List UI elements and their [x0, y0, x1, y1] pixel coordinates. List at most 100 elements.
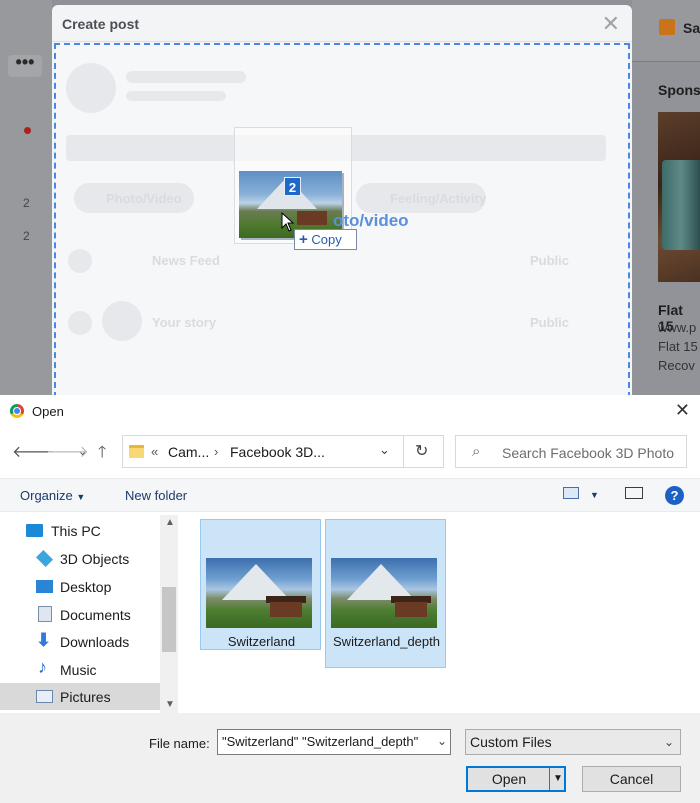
file-name-input[interactable]: "Switzerland" "Switzerland_depth"	[217, 729, 451, 755]
documents-icon	[38, 606, 52, 622]
split-divider	[549, 768, 550, 790]
help-button[interactable]: ?	[665, 486, 684, 505]
nav-item-label: 3D Objects	[60, 551, 130, 567]
download-icon: ⬇	[36, 630, 52, 650]
ad-url[interactable]: www.p	[658, 320, 696, 335]
scrollbar-thumb[interactable]	[162, 587, 176, 652]
caret-down-icon: ▼	[76, 492, 86, 502]
nav-item-downloads[interactable]: ⬇ Downloads	[0, 628, 160, 655]
image-thumbnail	[206, 558, 312, 628]
caret-down-icon[interactable]: ▼	[553, 773, 563, 784]
ghost-radio	[68, 311, 92, 335]
ghost-label: Feeling/Activity	[390, 191, 487, 206]
chevron-down-icon[interactable]: ⌄	[437, 734, 447, 748]
view-caret-icon[interactable]: ▼	[590, 490, 599, 500]
drag-count-badge: 2	[284, 177, 301, 196]
facebook-left-column: ••• 2 2	[0, 0, 52, 395]
search-icon: ⌕	[472, 443, 481, 460]
new-folder-button[interactable]: New folder	[125, 488, 187, 503]
drop-label: oto/video	[333, 211, 409, 230]
music-icon: ♪	[38, 657, 47, 677]
nav-item-music[interactable]: ♪ Music	[0, 656, 160, 683]
mountain-shape	[347, 564, 415, 600]
view-options-icon[interactable]	[563, 487, 579, 499]
up-arrow-icon[interactable]: 🡑	[98, 441, 106, 468]
dialog-footer: File name: "Switzerland" "Switzerland_de…	[0, 713, 700, 803]
plus-icon: +	[299, 231, 308, 248]
open-button[interactable]: Open ▼	[466, 766, 566, 792]
mountain-shape	[222, 564, 290, 600]
gift-icon	[659, 19, 675, 35]
preview-pane-icon[interactable]	[625, 487, 643, 499]
nav-item-label: Documents	[60, 607, 131, 623]
organize-button[interactable]: Organize ▼	[20, 488, 85, 503]
ghost-label: Public	[530, 315, 570, 330]
close-icon[interactable]: ✕	[675, 400, 690, 421]
ghost-line	[126, 91, 226, 101]
nav-item-3d-objects[interactable]: 3D Objects	[0, 545, 160, 572]
file-item[interactable]: Switzerland_depth	[325, 519, 446, 668]
file-name: Switzerland	[227, 634, 296, 649]
ghost-line	[126, 71, 246, 83]
left-count-1: 2	[23, 196, 30, 210]
navigation-bar: 🡐 🡒 ⌄ 🡑 « Cam... › Facebook 3D... ⌄ ↻ ⌕ …	[0, 433, 700, 469]
nav-item-label: Desktop	[60, 579, 112, 595]
cancel-button[interactable]: Cancel	[582, 766, 681, 792]
dialog-title: Open	[32, 404, 64, 419]
modal-title: Create post	[62, 16, 140, 32]
nav-item-label: Music	[60, 662, 97, 678]
navigation-pane: This PC 3D Objects Desktop Documents ⬇ D…	[0, 515, 178, 713]
computer-icon	[26, 524, 43, 537]
copy-label: Copy	[311, 232, 342, 247]
breadcrumb-item[interactable]: Facebook 3D...	[230, 444, 325, 460]
dialog-titlebar: Open ✕	[0, 395, 700, 427]
notification-dot	[24, 127, 31, 134]
open-file-dialog: Open ✕ 🡐 🡒 ⌄ 🡑 « Cam... › Facebook 3D...…	[0, 395, 700, 803]
chevron-down-icon[interactable]: ⌄	[379, 442, 390, 458]
breadcrumb-overflow[interactable]: «	[151, 444, 158, 459]
more-options-button[interactable]: •••	[8, 53, 42, 77]
file-item[interactable]: Switzerland	[200, 519, 321, 650]
address-bar[interactable]: « Cam... › Facebook 3D... ⌄ ↻	[122, 435, 444, 468]
command-bar: Organize ▼ New folder ▼ ?	[0, 478, 700, 512]
gift-label[interactable]: Sa	[683, 20, 700, 36]
nav-scrollbar[interactable]: ▲ ▼	[160, 515, 178, 713]
cube-icon	[36, 550, 53, 567]
ad-product-image	[662, 160, 700, 250]
pictures-icon	[36, 690, 53, 703]
desktop-icon	[36, 580, 53, 593]
nav-item-documents[interactable]: Documents	[0, 601, 160, 628]
ghost-label: Photo/Video	[106, 191, 182, 206]
nav-item-desktop[interactable]: Desktop	[0, 573, 160, 600]
nav-item-pictures[interactable]: Pictures	[0, 683, 160, 710]
close-icon[interactable]: ✕	[602, 11, 620, 37]
nav-item-label: Pictures	[60, 689, 111, 705]
search-input[interactable]: Search Facebook 3D Photo	[502, 445, 674, 461]
nav-item-this-pc[interactable]: This PC	[0, 517, 160, 544]
ghost-radio	[68, 249, 92, 273]
avatar	[66, 63, 116, 113]
divider	[403, 436, 404, 467]
modal-header: Create post ✕	[52, 5, 632, 42]
file-list: Switzerland Switzerland_depth	[180, 515, 700, 713]
file-name-label: File name:	[149, 736, 210, 751]
chevron-down-icon: ⌄	[663, 735, 674, 749]
search-box[interactable]: ⌕ Search Facebook 3D Photo	[455, 435, 687, 468]
ad-text-line: Recov	[658, 358, 695, 373]
house-shape	[270, 602, 302, 617]
file-type-select[interactable]: Custom Files ⌄	[465, 729, 681, 755]
breadcrumb-item[interactable]: Cam...	[168, 444, 209, 460]
house-shape	[395, 602, 427, 617]
organize-label: Organize	[20, 488, 73, 503]
scroll-down-icon[interactable]: ▼	[165, 699, 175, 710]
refresh-icon[interactable]: ↻	[415, 441, 428, 461]
recent-locations-icon[interactable]: ⌄	[78, 445, 87, 458]
file-type-value: Custom Files	[470, 734, 552, 750]
breadcrumb-separator[interactable]: ›	[214, 444, 218, 459]
ghost-label: News Feed	[152, 253, 220, 268]
image-thumbnail	[331, 558, 437, 628]
ad-text-line: Flat 15	[658, 339, 698, 354]
sponsored-heading: Spons	[658, 82, 700, 98]
file-name: Switzerland_depth	[333, 634, 440, 649]
scroll-up-icon[interactable]: ▲	[165, 517, 175, 528]
